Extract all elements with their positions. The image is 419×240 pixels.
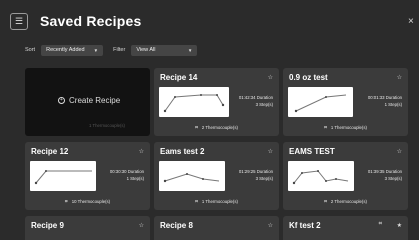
- filter-select[interactable]: View All ▼: [131, 44, 198, 56]
- extra-icon[interactable]: ⌗: [379, 221, 382, 228]
- recipe-thermocouples: ⌗ 2 Thermocouple(s): [283, 199, 408, 205]
- recipe-name: Recipe 12: [31, 147, 69, 156]
- thermocouple-count: 2 Thermocouple(s): [201, 125, 238, 130]
- star-icon[interactable]: ☆: [139, 148, 144, 155]
- recipe-card[interactable]: Recipe 9 ☆: [25, 216, 150, 240]
- temperature-graph: [163, 173, 220, 183]
- recipe-name: Recipe 8: [160, 221, 193, 230]
- temperature-chart: [288, 161, 354, 191]
- star-icon[interactable]: ☆: [268, 222, 273, 229]
- recipe-card[interactable]: 0.9 oz test ☆ 00:01:33 Duration 1 Step(s…: [283, 68, 408, 136]
- recipe-name: 0.9 oz test: [289, 73, 328, 82]
- star-icon[interactable]: ☆: [268, 148, 273, 155]
- recipe-stats: 01:29:25 Duration 3 Step(s): [239, 168, 273, 182]
- thermocouple-icon: ⌗: [324, 125, 327, 131]
- recipe-stats: 01:42:34 Duration 3 Step(s): [239, 94, 273, 108]
- temperature-chart: [159, 161, 225, 191]
- recipe-steps: 3 Step(s): [384, 176, 402, 181]
- temperature-chart: [159, 87, 229, 117]
- menu-icon[interactable]: ☰: [10, 13, 28, 30]
- recipe-duration: 01:42:34 Duration: [238, 95, 273, 100]
- recipe-thermocouples: ⌗ 2 Thermocouple(s): [154, 125, 279, 131]
- recipe-stats: 01:39:35 Duration 3 Step(s): [368, 168, 402, 182]
- page-title: Saved Recipes: [40, 13, 142, 29]
- temperature-chart: [30, 161, 96, 191]
- thermocouple-count: 1 Thermocouple(s): [330, 125, 367, 130]
- temperature-graph: [34, 170, 92, 185]
- recipe-thermocouples: ⌗ 1 Thermocouple(s): [154, 199, 279, 205]
- close-icon[interactable]: ×: [408, 16, 414, 27]
- recipe-stats: 00:01:33 Duration 1 Step(s): [368, 94, 402, 108]
- temperature-graph: [292, 170, 349, 185]
- recipe-steps: 1 Step(s): [384, 102, 402, 107]
- filter-value: View All: [136, 47, 156, 53]
- ghost-thermocouple-text: 1 Thermocouple(s): [89, 123, 125, 128]
- recipe-stats: 00:30:30 Duration 1 Step(s): [110, 168, 144, 182]
- thermocouple-icon: ⌗: [324, 199, 327, 205]
- filter-bar: Sort Recently Added ▼ Filter View All ▼: [25, 43, 198, 57]
- recipe-card[interactable]: Eams test 2 ☆ 01:29:25 Duration 3 Step(s…: [154, 142, 279, 210]
- thermocouple-count: 2 Thermocouple(s): [330, 199, 367, 204]
- thermocouple-count: 10 Thermocouple(s): [71, 199, 111, 204]
- star-icon[interactable]: ☆: [397, 74, 402, 81]
- recipe-thermocouples: ⌗ 1 Thermocouple(s): [283, 125, 408, 131]
- recipe-duration: 01:39:35 Duration: [367, 169, 402, 174]
- recipe-name: Recipe 9: [31, 221, 64, 230]
- recipe-steps: 1 Step(s): [126, 176, 144, 181]
- recipe-duration: 01:29:25 Duration: [238, 169, 273, 174]
- thermocouple-icon: ⌗: [195, 125, 198, 131]
- header: ☰ Saved Recipes ×: [0, 0, 419, 40]
- recipe-duration: 00:30:30 Duration: [109, 169, 144, 174]
- thermocouple-count: 1 Thermocouple(s): [201, 199, 238, 204]
- sort-select[interactable]: Recently Added ▼: [41, 44, 104, 56]
- create-recipe-card[interactable]: + Create Recipe 1 Thermocouple(s): [25, 68, 150, 136]
- recipe-name: Recipe 14: [160, 73, 198, 82]
- recipe-card[interactable]: Recipe 8 ☆: [154, 216, 279, 240]
- star-icon[interactable]: ☆: [268, 74, 273, 81]
- recipe-duration: 00:01:33 Duration: [367, 95, 402, 100]
- recipe-thermocouples: ⌗ 10 Thermocouple(s): [25, 199, 150, 205]
- filter-label: Filter: [113, 47, 126, 53]
- sort-label: Sort: [25, 47, 36, 53]
- thermocouple-icon: ⌗: [195, 199, 198, 205]
- sort-value: Recently Added: [46, 47, 85, 53]
- recipe-card[interactable]: Recipe 14 ☆ 01:42:34 Duration 3 Step(s) …: [154, 68, 279, 136]
- temperature-graph: [163, 94, 225, 113]
- recipe-name: Eams test 2: [160, 147, 205, 156]
- chevron-down-icon: ▼: [93, 47, 99, 53]
- chevron-down-icon: ▼: [187, 47, 193, 53]
- temperature-chart: [288, 87, 353, 117]
- recipe-card[interactable]: Kf test 2 ⌗ ★: [283, 216, 408, 240]
- thermocouple-icon: ⌗: [64, 199, 68, 205]
- recipe-steps: 3 Step(s): [255, 176, 273, 181]
- create-recipe-label: Create Recipe: [69, 96, 121, 105]
- recipe-steps: 3 Step(s): [255, 102, 273, 107]
- recipe-name: Kf test 2: [289, 221, 321, 230]
- star-icon[interactable]: ★: [397, 222, 402, 229]
- create-recipe-button[interactable]: + Create Recipe: [58, 96, 120, 105]
- recipe-name: EAMS TEST: [289, 147, 335, 156]
- star-icon[interactable]: ☆: [397, 148, 402, 155]
- recipe-card[interactable]: EAMS TEST ☆ 01:39:35 Duration 3 Step(s) …: [283, 142, 408, 210]
- temperature-graph: [294, 94, 347, 113]
- recipe-card[interactable]: Recipe 12 ☆ 00:30:30 Duration 1 Step(s) …: [25, 142, 150, 210]
- plus-icon: +: [58, 97, 65, 104]
- star-icon[interactable]: ☆: [139, 222, 144, 229]
